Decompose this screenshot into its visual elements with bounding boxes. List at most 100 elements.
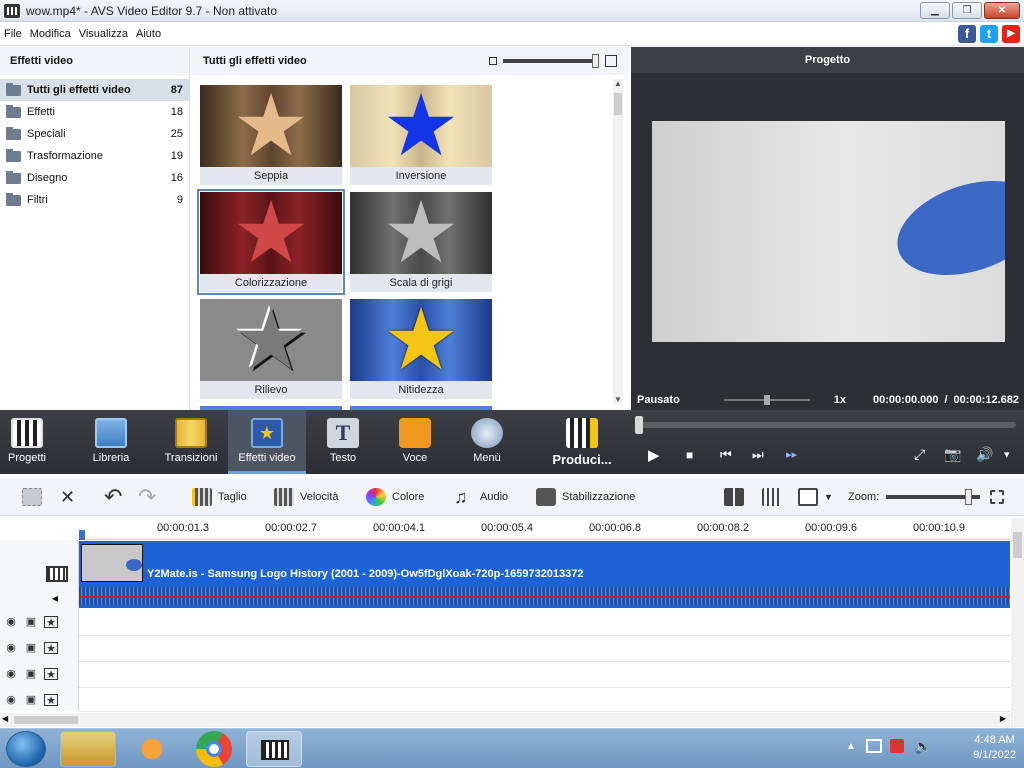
stabilize-button[interactable]: Stabilizzazione xyxy=(536,478,635,516)
split-button[interactable] xyxy=(724,478,750,516)
frame-step-button[interactable]: ▸▸ xyxy=(786,448,797,461)
zoom-thumb[interactable] xyxy=(965,489,972,505)
toolstrip-projects-button[interactable]: Progetti xyxy=(0,410,54,474)
vscroll-thumb[interactable] xyxy=(1013,532,1022,558)
category-disegno[interactable]: Disegno 16 xyxy=(0,167,189,189)
chrome-taskbar-icon[interactable] xyxy=(196,731,232,767)
seek-thumb[interactable] xyxy=(635,416,643,434)
fullscreen-button[interactable]: ⤢ xyxy=(914,446,925,463)
category-speciali[interactable]: Speciali 25 xyxy=(0,123,189,145)
toolstrip-library-button[interactable]: Libreria xyxy=(84,410,138,474)
storyboard-toggle-button[interactable] xyxy=(22,478,48,516)
effect-tile-scala-di-grigi[interactable]: ★ Scala di grigi xyxy=(350,192,492,292)
audio-mixer-button[interactable] xyxy=(762,478,788,516)
scroll-thumb[interactable] xyxy=(614,93,622,115)
effects-lane[interactable] xyxy=(79,610,1010,636)
minimize-button[interactable]: ▁ xyxy=(920,2,950,19)
clock[interactable]: 4:48 AM 9/1/2022 xyxy=(973,733,1016,763)
lock-icon[interactable]: ▣ xyxy=(24,642,38,654)
redo-button[interactable]: ↷ xyxy=(138,478,156,516)
maximize-button[interactable]: ❐ xyxy=(952,2,982,19)
thumbnail-size-slider[interactable] xyxy=(489,54,617,68)
size-thumb[interactable] xyxy=(592,54,599,68)
youtube-icon[interactable]: ▶ xyxy=(1002,25,1020,43)
lock-icon[interactable]: ▣ xyxy=(24,694,38,706)
category-effetti[interactable]: Effetti 18 xyxy=(0,101,189,123)
video-clip[interactable]: Y2Mate.is - Samsung Logo History (2001 -… xyxy=(79,541,1010,608)
previous-frame-button[interactable]: ⏮ xyxy=(720,447,732,463)
facebook-icon[interactable]: f xyxy=(958,25,976,43)
toolstrip-voice-button[interactable]: Voce xyxy=(390,410,440,474)
display-mode-dropdown-icon[interactable]: ▼ xyxy=(824,492,833,502)
audio-volume-line[interactable] xyxy=(79,596,1010,598)
visibility-eye-icon[interactable]: ◉ xyxy=(4,668,18,680)
effect-star-icon[interactable]: ★ xyxy=(44,616,58,629)
zoom-fit-button[interactable] xyxy=(990,478,1010,516)
delete-button[interactable]: ✕ xyxy=(60,478,75,516)
toolstrip-effects-button[interactable]: ★ Effetti video xyxy=(228,410,306,474)
category-trasformazione[interactable]: Trasformazione 19 xyxy=(0,145,189,167)
audio-mute-icon[interactable]: ◂ xyxy=(52,591,58,605)
stop-button[interactable]: ■ xyxy=(686,448,693,462)
visibility-eye-icon[interactable]: ◉ xyxy=(4,694,18,706)
lock-icon[interactable]: ▣ xyxy=(24,668,38,680)
visibility-eye-icon[interactable]: ◉ xyxy=(4,616,18,628)
timeline-ruler[interactable]: 00:00:01.3 00:00:02.7 00:00:04.1 00:00:0… xyxy=(79,518,1010,540)
playback-speed[interactable]: 1x xyxy=(834,394,846,406)
seek-bar[interactable] xyxy=(635,416,1016,434)
explorer-taskbar-icon[interactable] xyxy=(60,731,116,767)
snapshot-button[interactable]: 📷 xyxy=(944,446,961,463)
timeline-hscrollbar[interactable]: ◀ ▶ xyxy=(0,713,1010,727)
lock-icon[interactable]: ▣ xyxy=(24,616,38,628)
display-mode-button[interactable]: ▼ xyxy=(798,478,833,516)
toolstrip-text-button[interactable]: T Testo xyxy=(318,410,368,474)
timeline-vscrollbar[interactable] xyxy=(1011,518,1024,727)
twitter-icon[interactable]: t xyxy=(980,25,998,43)
audio-button[interactable]: ♫ Audio xyxy=(454,478,508,516)
trim-button[interactable]: Taglio xyxy=(192,478,247,516)
volume-menu-icon[interactable]: ▾ xyxy=(1004,448,1010,461)
color-button[interactable]: Colore xyxy=(366,478,424,516)
category-all[interactable]: Tutti gli effetti video 87 xyxy=(0,79,189,101)
zoom-slider[interactable] xyxy=(886,478,980,516)
undo-button[interactable]: ↶ xyxy=(104,478,122,516)
menu-visualizza[interactable]: Visualizza xyxy=(79,28,128,40)
gallery-scrollbar[interactable]: ▲ ▼ xyxy=(613,79,623,405)
toolstrip-menu-button[interactable]: Menù xyxy=(462,410,512,474)
effect-star-icon[interactable]: ★ xyxy=(44,642,58,655)
action-center-icon[interactable] xyxy=(890,739,904,753)
effect-tile-inversione[interactable]: ★ Inversione xyxy=(350,85,492,185)
close-button[interactable]: ✕ xyxy=(984,2,1020,19)
effect-tile-nitidezza[interactable]: ★ Nitidezza xyxy=(350,299,492,399)
effect-star-icon[interactable]: ★ xyxy=(44,694,58,707)
effects-lane[interactable] xyxy=(79,636,1010,662)
effect-tile-colorizzazione[interactable]: ★ Colorizzazione xyxy=(197,189,345,295)
size-track[interactable] xyxy=(503,54,599,68)
media-player-taskbar-icon[interactable] xyxy=(124,731,180,767)
tray-expand-icon[interactable]: ▲ xyxy=(846,741,856,752)
toolstrip-produce-button[interactable]: Produci... xyxy=(548,410,616,474)
category-filtri[interactable]: Filtri 9 xyxy=(0,189,189,211)
effects-lane[interactable] xyxy=(79,662,1010,688)
menu-aiuto[interactable]: Aiuto xyxy=(136,28,161,40)
effect-tile-rilievo[interactable]: ★ Rilievo xyxy=(200,299,342,399)
scroll-right-icon[interactable]: ▶ xyxy=(1000,714,1006,723)
next-frame-button[interactable]: ⏭ xyxy=(752,447,764,463)
speed-button[interactable]: Velocità xyxy=(274,478,339,516)
volume-button[interactable]: 🔊 xyxy=(976,446,993,463)
playhead-marker[interactable] xyxy=(79,530,85,540)
visibility-eye-icon[interactable]: ◉ xyxy=(4,642,18,654)
effect-star-icon[interactable]: ★ xyxy=(44,668,58,681)
menu-file[interactable]: File xyxy=(4,28,22,40)
start-button[interactable] xyxy=(6,731,46,767)
effect-tile-seppia[interactable]: ★ Seppia xyxy=(200,85,342,185)
toolstrip-transitions-button[interactable]: Transizioni xyxy=(160,410,222,474)
menu-modifica[interactable]: Modifica xyxy=(30,28,71,40)
scroll-down-icon[interactable]: ▼ xyxy=(613,395,623,405)
speed-slider[interactable] xyxy=(723,395,810,405)
hscroll-thumb[interactable] xyxy=(14,716,78,724)
avs-editor-taskbar-icon[interactable] xyxy=(246,731,302,767)
play-button[interactable]: ▶ xyxy=(648,446,660,464)
scroll-left-icon[interactable]: ◀ xyxy=(2,714,8,723)
effects-lane[interactable] xyxy=(79,688,1010,712)
